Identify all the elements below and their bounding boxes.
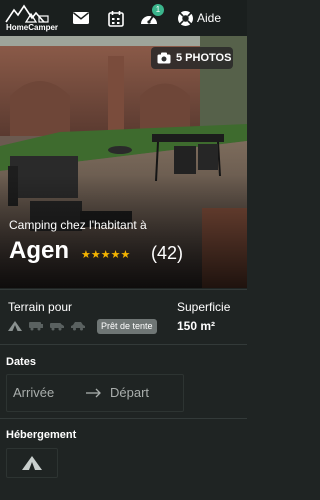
top-bar: HomeCamper 1 Aide [0, 0, 247, 36]
campervan-icon [29, 320, 43, 332]
arrival-date-input[interactable]: Arrivée [13, 385, 54, 400]
envelope-icon[interactable] [71, 8, 91, 28]
car-icon [71, 320, 85, 332]
van-icon [50, 320, 64, 332]
homecamper-logo[interactable]: HomeCamper [4, 2, 59, 34]
departure-date-input[interactable]: Départ [110, 385, 149, 400]
hero-subtitle: Camping chez l'habitant à [9, 218, 147, 232]
terrain-label: Terrain pour [8, 300, 73, 314]
logo-icon [5, 4, 49, 23]
surface-label: Superficie [177, 300, 231, 314]
arrow-right-icon [86, 385, 102, 403]
photos-button[interactable]: 5 PHOTOS [151, 47, 233, 69]
rating-stars: ★★★★★ [81, 249, 131, 261]
calendar-icon[interactable] [106, 8, 126, 28]
divider [0, 289, 247, 290]
hero-photo[interactable]: 5 PHOTOS Camping chez l'habitant à Agen … [0, 36, 247, 288]
tent-loan-badge: Prêt de tente [97, 319, 157, 334]
tent-icon [22, 456, 42, 470]
logo-text: HomeCamper [6, 23, 59, 32]
divider [0, 344, 247, 345]
lifebuoy-icon[interactable] [175, 8, 195, 28]
review-count[interactable]: (42) [151, 243, 183, 264]
help-link[interactable]: Aide [197, 11, 221, 25]
photos-label: 5 PHOTOS [176, 52, 232, 64]
accommodation-option-tent[interactable] [6, 448, 58, 478]
camera-icon [157, 52, 171, 64]
notification-badge: 1 [152, 4, 164, 16]
tent-icon [8, 320, 22, 332]
dates-title: Dates [6, 356, 36, 368]
divider [0, 418, 247, 419]
accommodation-title: Hébergement [6, 429, 77, 441]
surface-value: 150 m² [177, 319, 216, 333]
vehicle-types [8, 320, 85, 332]
page-title: Agen [9, 237, 69, 264]
